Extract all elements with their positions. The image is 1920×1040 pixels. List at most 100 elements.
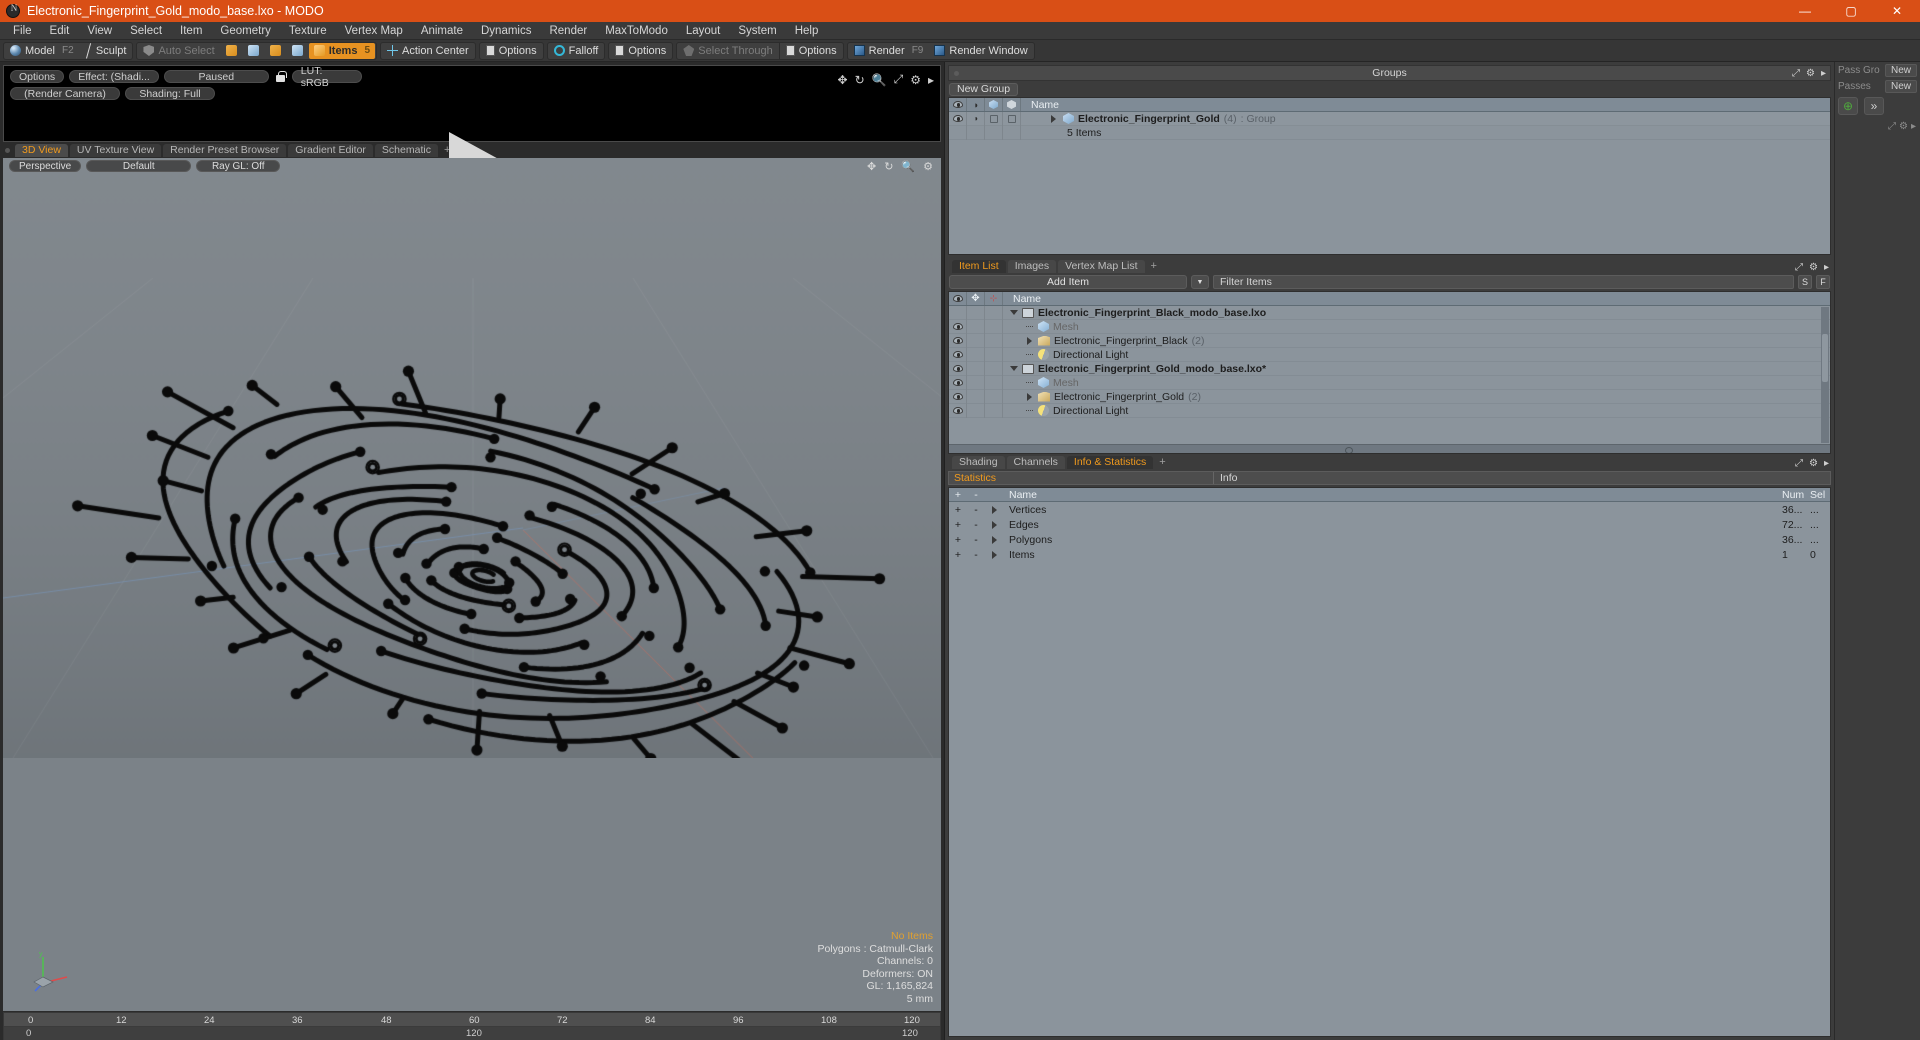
add-item-dropdown[interactable]: ▼ bbox=[1191, 275, 1209, 289]
row-name-cell[interactable]: Electronic_Fingerprint_Gold_modo_base.lx… bbox=[1003, 363, 1830, 375]
row-name-cell[interactable]: Mesh bbox=[1003, 321, 1830, 333]
row-name-cell[interactable]: Mesh bbox=[1003, 377, 1830, 389]
row-render-toggle[interactable]: ◑ bbox=[967, 111, 985, 126]
viewport-raygl-button[interactable]: Ray GL: Off bbox=[196, 160, 281, 172]
filter-f-button[interactable]: F bbox=[1816, 275, 1830, 289]
timeline-track[interactable]: 0 12 24 36 48 60 72 84 96 108 120 bbox=[4, 1013, 940, 1027]
row-axis-cell[interactable] bbox=[985, 375, 1003, 390]
panel-handle-icon[interactable] bbox=[954, 70, 959, 76]
gear-icon[interactable]: ⚙ bbox=[1809, 262, 1818, 273]
render-window-button[interactable]: Render Window bbox=[929, 43, 1032, 59]
row-plus-button[interactable]: + bbox=[949, 519, 967, 531]
gear-icon[interactable]: ⚙ bbox=[1899, 121, 1908, 132]
col-move-icon[interactable]: ✥ bbox=[967, 292, 985, 305]
row-axis-cell[interactable] bbox=[985, 305, 1003, 320]
table-row[interactable]: ◑ Electronic_Fingerprint_Gold (4) : Grou… bbox=[949, 111, 1830, 126]
item-list-vscrollbar[interactable] bbox=[1821, 307, 1829, 443]
row-minus-button[interactable]: - bbox=[967, 534, 985, 546]
col-axis-icon[interactable]: ⊹ bbox=[985, 292, 1003, 305]
tab-uv-texture-view[interactable]: UV Texture View bbox=[69, 144, 162, 157]
tab-item-list[interactable]: Item List bbox=[952, 260, 1006, 273]
expander-icon[interactable] bbox=[1025, 354, 1034, 355]
chevron-right-icon[interactable]: ▸ bbox=[1911, 121, 1916, 132]
col-cube-outline-icon[interactable] bbox=[1003, 98, 1021, 111]
tabstrip-handle[interactable] bbox=[5, 148, 10, 153]
add-pass-icon[interactable]: ⊕ bbox=[1838, 97, 1858, 115]
close-button[interactable]: ✕ bbox=[1874, 0, 1920, 22]
row-name-cell[interactable]: Electronic_Fingerprint_Black_modo_base.l… bbox=[1003, 307, 1830, 319]
row-eye-icon[interactable] bbox=[949, 347, 967, 362]
menu-texture[interactable]: Texture bbox=[280, 22, 336, 40]
table-row[interactable]: Directional Light bbox=[949, 347, 1830, 362]
add-item-button[interactable]: Add Item bbox=[949, 275, 1187, 289]
col-plus[interactable]: + bbox=[949, 488, 967, 501]
fit-icon[interactable]: ⤢ bbox=[894, 72, 904, 87]
viewport-canvas[interactable] bbox=[3, 158, 941, 758]
row-expander-icon[interactable] bbox=[985, 550, 1003, 559]
timeline[interactable]: 0 12 24 36 48 60 72 84 96 108 120 0 120 … bbox=[3, 1012, 941, 1040]
col-eye-icon[interactable] bbox=[949, 98, 967, 111]
row-move-cell[interactable] bbox=[967, 403, 985, 418]
preview-effect-button[interactable]: Effect: (Shadi... bbox=[69, 70, 159, 83]
expand-icon[interactable]: ⤢ bbox=[1795, 458, 1803, 469]
col-render-icon[interactable]: ◑ bbox=[967, 98, 985, 111]
row-eye-icon[interactable] bbox=[949, 361, 967, 376]
expand-triangle-icon[interactable] bbox=[1051, 114, 1056, 123]
3d-viewport[interactable]: Perspective Default Ray GL: Off ✥ ↻ 🔍 ⚙ … bbox=[3, 158, 941, 1011]
row-name-cell[interactable]: Electronic_Fingerprint_Gold (2) bbox=[1003, 391, 1830, 403]
menu-file[interactable]: File bbox=[4, 22, 41, 40]
menu-maxtomodo[interactable]: MaxToModo bbox=[596, 22, 677, 40]
tab-shading[interactable]: Shading bbox=[952, 456, 1005, 469]
row-axis-cell[interactable] bbox=[985, 347, 1003, 362]
menu-help[interactable]: Help bbox=[786, 22, 828, 40]
chevron-right-icon[interactable]: ▸ bbox=[1824, 458, 1829, 469]
row-move-cell[interactable] bbox=[967, 319, 985, 334]
table-row[interactable]: + - Items 1 0 bbox=[949, 547, 1830, 562]
row-minus-button[interactable]: - bbox=[967, 549, 985, 561]
table-row[interactable]: Electronic_Fingerprint_Gold_modo_base.lx… bbox=[949, 361, 1830, 376]
filter-s-button[interactable]: S bbox=[1798, 275, 1812, 289]
add-tab-button-3[interactable]: + bbox=[1155, 456, 1169, 469]
preview-lut-button[interactable]: LUT: sRGB bbox=[291, 65, 362, 89]
tab-render-preset-browser[interactable]: Render Preset Browser bbox=[163, 144, 287, 157]
expand-icon[interactable]: ⤢ bbox=[1792, 68, 1800, 79]
gear-icon[interactable]: ⚙ bbox=[923, 160, 933, 173]
row-eye-icon[interactable] bbox=[949, 375, 967, 390]
tab-channels[interactable]: Channels bbox=[1006, 456, 1065, 469]
row-minus-button[interactable]: - bbox=[967, 519, 985, 531]
statistics-label[interactable]: Statistics bbox=[949, 472, 1214, 484]
lock-icon[interactable] bbox=[274, 70, 287, 83]
chevron-right-icon[interactable]: ▸ bbox=[1821, 68, 1826, 79]
viewport-preset-button[interactable]: Default bbox=[86, 160, 192, 172]
play-icon[interactable]: ▸ bbox=[928, 73, 934, 87]
row-eye-icon[interactable] bbox=[949, 111, 967, 126]
expander-icon[interactable] bbox=[1025, 336, 1034, 345]
row-name-cell[interactable]: Electronic_Fingerprint_Gold (4) : Group bbox=[1021, 113, 1830, 125]
preview-camera-button[interactable]: (Render Camera) bbox=[10, 87, 120, 100]
row-eye-icon[interactable] bbox=[949, 319, 967, 334]
edge-mode-button[interactable] bbox=[243, 43, 264, 59]
gear-icon[interactable]: ⚙ bbox=[1806, 68, 1815, 79]
tab-schematic[interactable]: Schematic bbox=[374, 144, 438, 157]
add-tab-button-2[interactable]: + bbox=[1147, 260, 1161, 273]
material-mode-button[interactable] bbox=[287, 43, 308, 59]
row-axis-cell[interactable] bbox=[985, 403, 1003, 418]
table-row[interactable]: Electronic_Fingerprint_Black (2) bbox=[949, 333, 1830, 348]
row-eye-icon[interactable] bbox=[949, 389, 967, 404]
row-plus-button[interactable]: + bbox=[949, 504, 967, 516]
expander-icon[interactable] bbox=[1009, 366, 1018, 371]
table-row[interactable]: Mesh bbox=[949, 319, 1830, 334]
row-name-cell[interactable]: Directional Light bbox=[1003, 349, 1830, 361]
menu-render[interactable]: Render bbox=[540, 22, 596, 40]
select-through-options-button[interactable]: Options bbox=[781, 43, 842, 59]
row-name-cell[interactable]: Directional Light bbox=[1003, 405, 1830, 417]
tab-vertex-map-list[interactable]: Vertex Map List bbox=[1058, 260, 1145, 273]
row-plus-button[interactable]: + bbox=[949, 549, 967, 561]
menu-select[interactable]: Select bbox=[121, 22, 171, 40]
item-list-table[interactable]: ✥ ⊹ Name Electronic_Fingerprint_Black_mo… bbox=[948, 291, 1831, 454]
items-mode-button[interactable]: Items 5 bbox=[308, 42, 376, 59]
row-axis-cell[interactable] bbox=[985, 389, 1003, 404]
groups-list[interactable]: ◑ Name ◑ Electronic_Fingerprint_Gold (4)… bbox=[948, 97, 1831, 255]
new-group-button[interactable]: New Group bbox=[949, 82, 1019, 96]
mode-model-button[interactable]: Model F2 bbox=[5, 43, 79, 59]
